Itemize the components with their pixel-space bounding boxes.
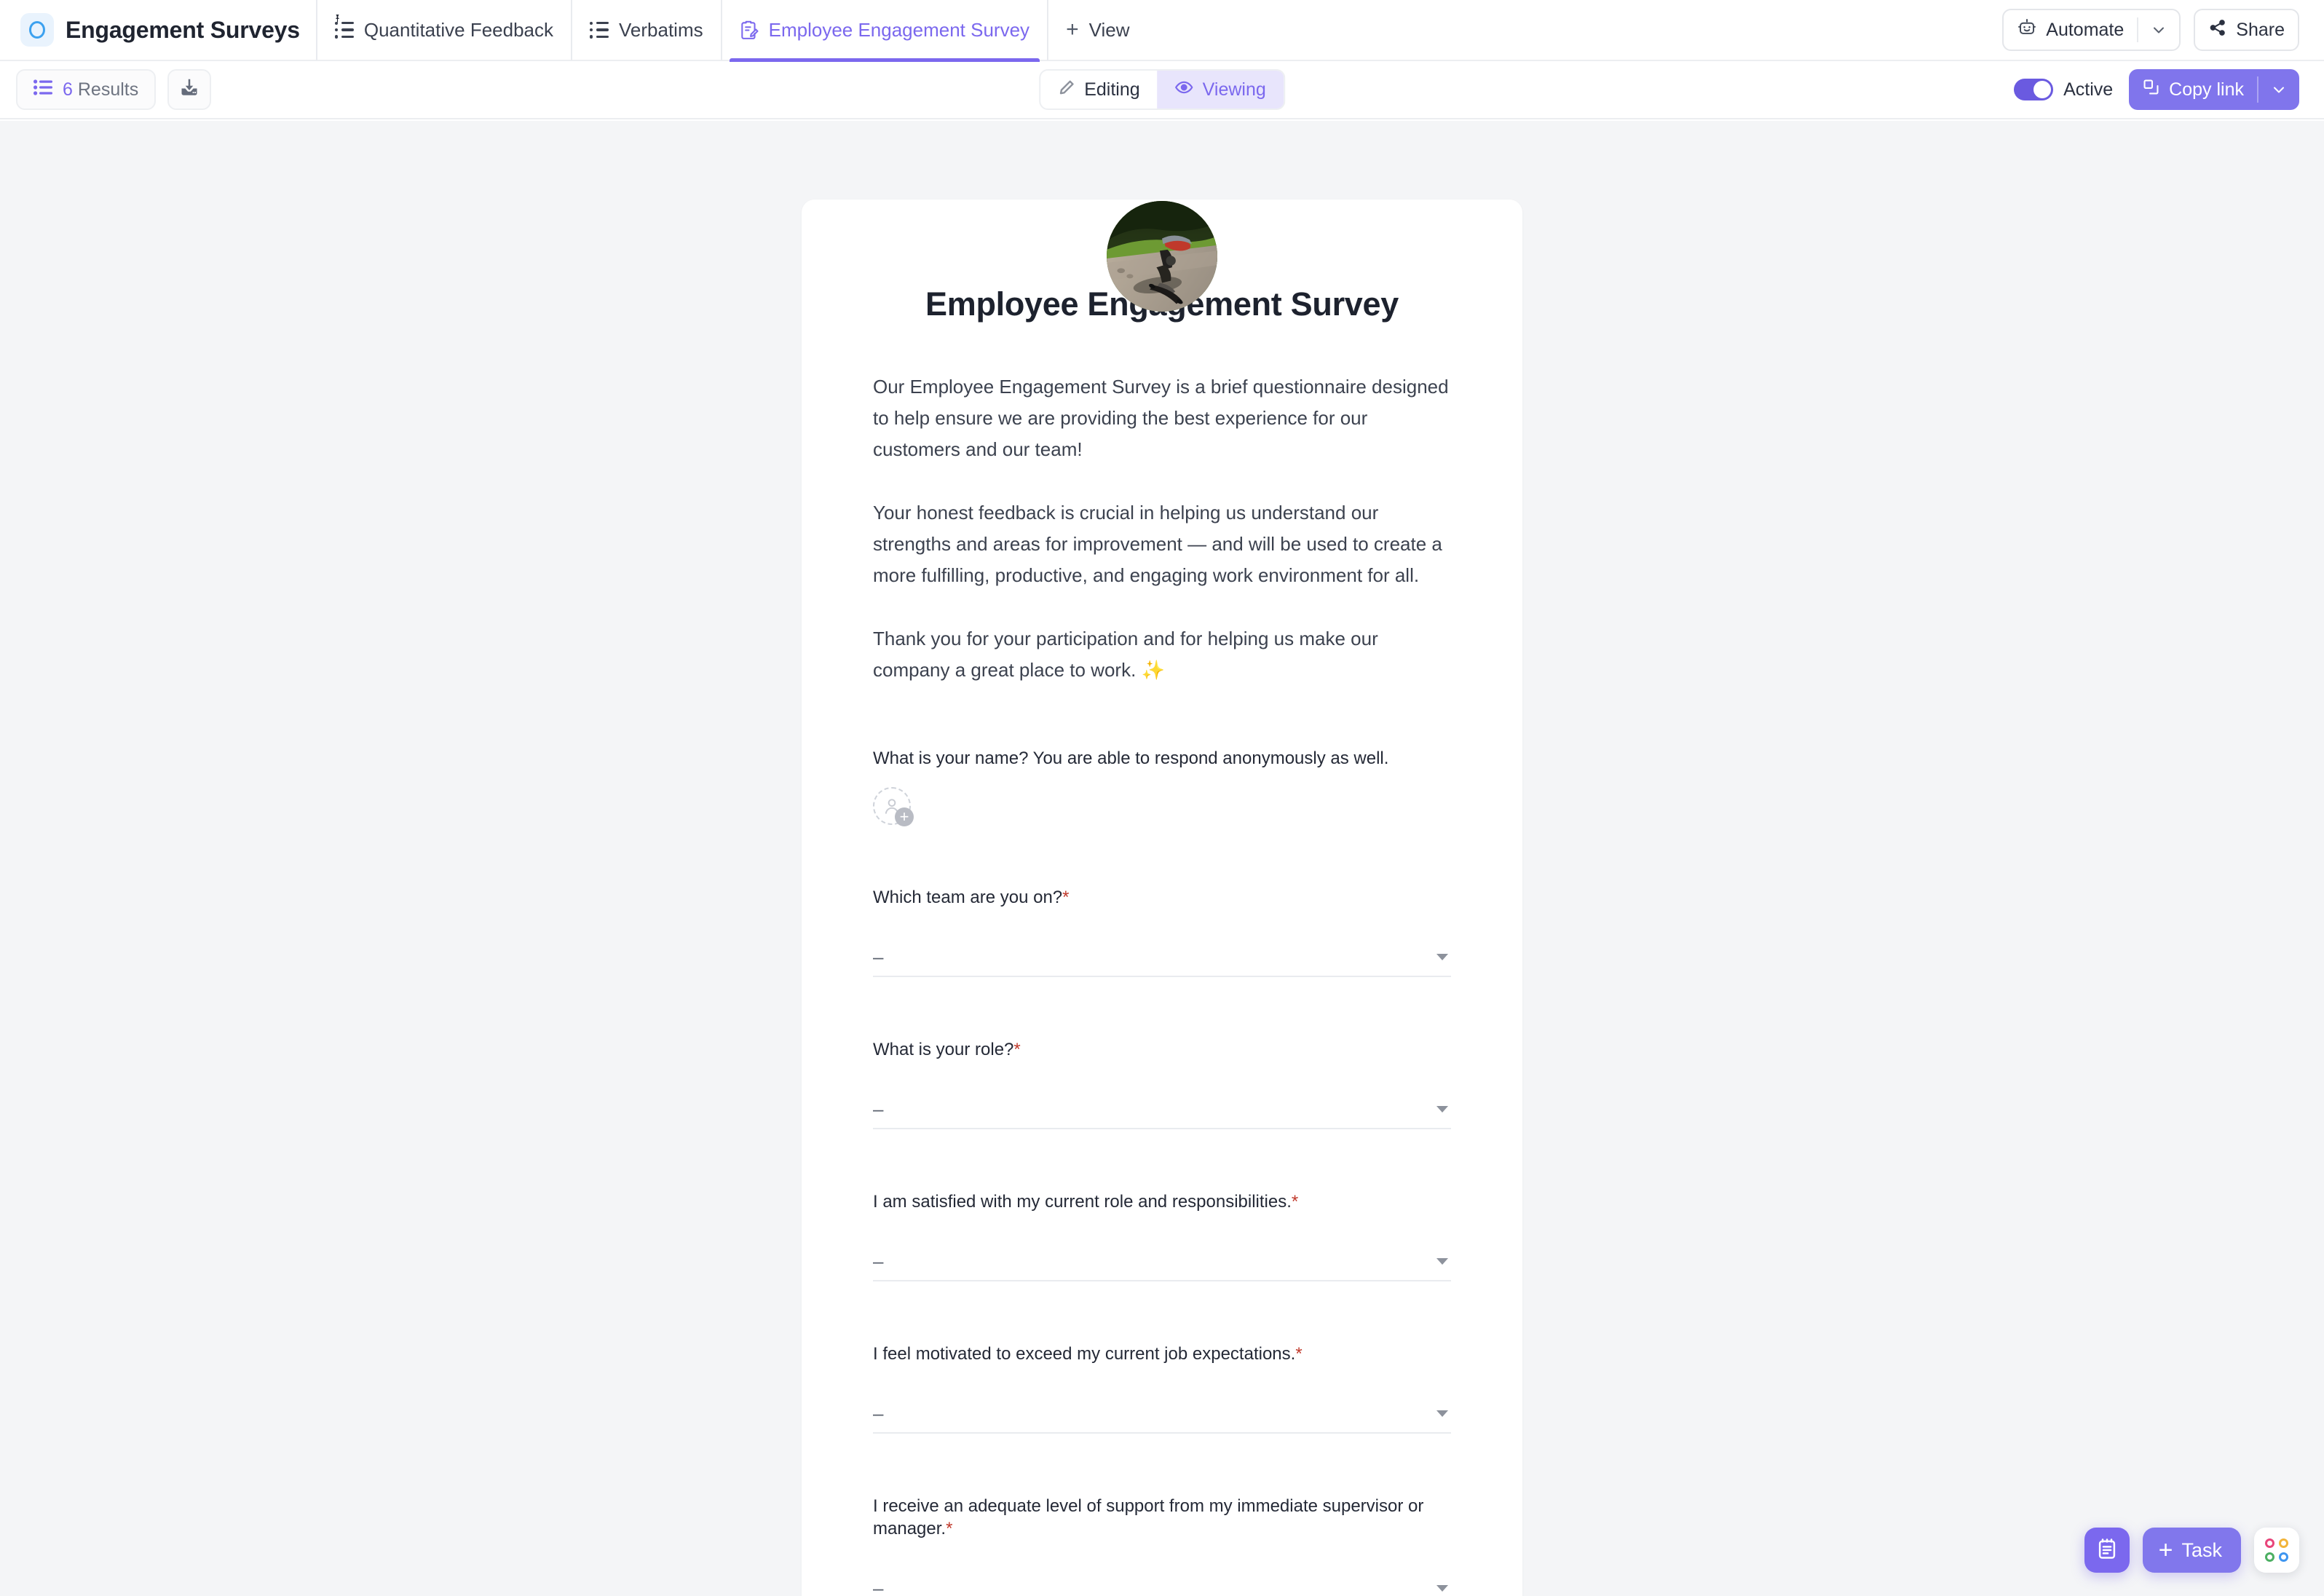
copy-icon: [2142, 78, 2160, 101]
mode-viewing-button[interactable]: Viewing: [1157, 71, 1284, 108]
required-asterisk: *: [1291, 1192, 1299, 1212]
form-canvas: Employee Engagement Survey Our Employee …: [0, 121, 2324, 1596]
view-tabs: Quantitative Feedback Verbatims Employee…: [306, 0, 1147, 62]
eye-icon: [1175, 78, 1194, 102]
survey-form-card: Employee Engagement Survey Our Employee …: [802, 200, 1522, 1596]
add-task-button[interactable]: + Task: [2142, 1528, 2241, 1573]
required-asterisk: *: [946, 1519, 953, 1538]
question-label: What is your name? You are able to respo…: [873, 748, 1389, 768]
plus-icon: +: [2158, 1536, 2173, 1564]
automate-button[interactable]: Automate: [2002, 9, 2181, 51]
automate-label: Automate: [2046, 19, 2125, 40]
survey-paragraph: Your honest feedback is crucial in helpi…: [873, 502, 1442, 586]
list-bullets-icon: [33, 79, 52, 100]
chevron-down-icon: [1436, 1105, 1448, 1113]
chevron-down-icon: [1436, 1410, 1448, 1417]
add-task-label: Task: [2181, 1538, 2222, 1561]
question-label: I feel motivated to exceed my current jo…: [873, 1344, 1303, 1364]
question-label: I am satisfied with my current role and …: [873, 1192, 1299, 1212]
notepad-button[interactable]: [2084, 1528, 2130, 1573]
plus-icon: +: [1066, 17, 1079, 42]
tab-employee-engagement-survey[interactable]: Employee Engagement Survey: [720, 0, 1047, 62]
chevron-down-icon: [1436, 1584, 1448, 1592]
mode-label: Viewing: [1202, 79, 1266, 100]
form-clipboard-icon: [740, 20, 759, 40]
download-button[interactable]: [167, 69, 212, 110]
floating-action-buttons: + Task: [2084, 1528, 2299, 1573]
dropdown-value: –: [873, 1576, 884, 1596]
share-label: Share: [2236, 19, 2285, 40]
add-view-button[interactable]: + View: [1047, 0, 1147, 60]
chevron-down-icon: [1436, 953, 1448, 960]
toolbar-actions: Active Copy link: [2014, 69, 2299, 110]
pencil-icon: [1058, 79, 1075, 101]
question-label: What is your role?*: [873, 1040, 1021, 1059]
question-block: I receive an adequate level of support f…: [873, 1495, 1451, 1596]
tab-label: Quantitative Feedback: [363, 18, 554, 41]
active-toggle-label: Active: [2063, 79, 2114, 100]
chevron-down-icon: [1436, 1257, 1448, 1265]
results-label: Results: [77, 79, 139, 100]
tab-verbatims[interactable]: Verbatims: [571, 0, 721, 60]
copy-link-button[interactable]: Copy link: [2129, 69, 2299, 110]
avatar-picker-input[interactable]: +: [873, 787, 914, 826]
question-block: I feel motivated to exceed my current jo…: [873, 1343, 1451, 1434]
notepad-icon: [2095, 1537, 2119, 1564]
results-button[interactable]: 6 Results: [16, 69, 157, 110]
brand: Engagement Surveys: [20, 13, 306, 47]
dropdown-which-team[interactable]: –: [873, 938, 1451, 977]
chevron-down-icon[interactable]: [2258, 69, 2299, 110]
form-toolbar: 6 Results Editing Viewing Active Copy li…: [0, 61, 2324, 119]
active-toggle-group: Active: [2014, 79, 2113, 100]
list-icon: [590, 21, 609, 39]
dropdown-value: –: [873, 1402, 884, 1424]
question-block: What is your role?* –: [873, 1038, 1451, 1129]
required-asterisk: *: [1013, 1040, 1021, 1059]
required-asterisk: *: [1295, 1344, 1303, 1364]
add-view-label: View: [1088, 18, 1130, 41]
share-nodes-icon: [2208, 18, 2227, 42]
dropdown-supervisor-support[interactable]: –: [873, 1569, 1451, 1596]
cover-avatar: [1107, 201, 1217, 312]
question-label: I receive an adequate level of support f…: [873, 1496, 1424, 1538]
question-block: Which team are you on?* –: [873, 886, 1451, 977]
plus-icon: +: [895, 807, 914, 826]
app-grid-icon: [2265, 1538, 2288, 1562]
question-block: What is your name? You are able to respo…: [873, 747, 1451, 826]
app-switcher-button[interactable]: [2254, 1528, 2299, 1573]
tab-quantitative-feedback[interactable]: Quantitative Feedback: [315, 0, 571, 60]
question-label: Which team are you on?*: [873, 888, 1070, 907]
page-title: Engagement Surveys: [66, 16, 300, 43]
dropdown-motivated-to-exceed[interactable]: –: [873, 1394, 1451, 1434]
dropdown-satisfied-with-role[interactable]: –: [873, 1242, 1451, 1281]
dropdown-value: –: [873, 945, 884, 968]
survey-paragraph: Our Employee Engagement Survey is a brie…: [873, 376, 1449, 460]
dropdown-value: –: [873, 1249, 884, 1272]
download-tray-icon: [178, 76, 200, 103]
copy-link-label: Copy link: [2169, 79, 2244, 100]
dropdown-your-role[interactable]: –: [873, 1090, 1451, 1129]
topbar-actions: Automate Share: [2002, 9, 2299, 51]
dropdown-value: –: [873, 1097, 884, 1120]
edit-view-mode-switch: Editing Viewing: [1039, 69, 1285, 110]
tab-label: Employee Engagement Survey: [768, 18, 1030, 41]
pinned-list-icon: [334, 15, 354, 39]
question-block: I am satisfied with my current role and …: [873, 1190, 1451, 1281]
circle-ring-icon: [20, 13, 54, 47]
mode-editing-button[interactable]: Editing: [1040, 71, 1157, 108]
share-button[interactable]: Share: [2194, 9, 2299, 51]
top-navigation-bar: Engagement Surveys Quantitative Feedback…: [0, 0, 2324, 62]
active-toggle[interactable]: [2014, 79, 2054, 100]
required-asterisk: *: [1062, 888, 1070, 907]
robot-icon: [2017, 17, 2037, 43]
survey-paragraph: Thank you for your participation and for…: [873, 628, 1378, 681]
chevron-down-icon[interactable]: [2138, 10, 2179, 50]
results-count: 6: [63, 79, 73, 100]
mode-label: Editing: [1084, 79, 1140, 100]
tab-label: Verbatims: [619, 18, 703, 41]
